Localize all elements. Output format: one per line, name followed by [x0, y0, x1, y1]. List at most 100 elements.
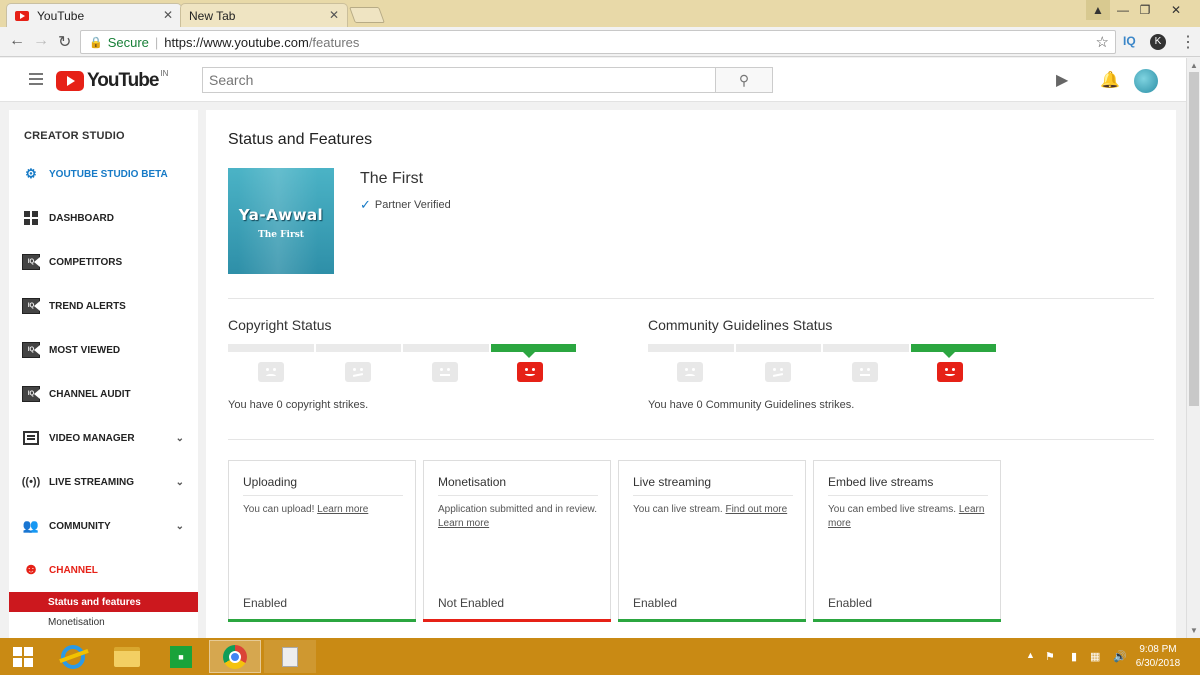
sidebar-item-label: CHANNEL AUDIT — [49, 388, 131, 400]
sidebar-item-community[interactable]: 👥 COMMUNITY ⌄ — [9, 504, 198, 548]
happy-face-icon — [517, 362, 543, 382]
search-input[interactable] — [202, 67, 716, 93]
iq-icon: IQ — [22, 253, 40, 271]
start-button[interactable] — [6, 640, 40, 673]
sidebar-item-label: TREND ALERTS — [49, 300, 126, 312]
address-toolbar: ← → ↻ 🔒 Secure | https://www.youtube.com… — [0, 27, 1200, 57]
sidebar-item-channel[interactable]: ☻ CHANNEL — [9, 548, 198, 592]
user-profile-icon[interactable]: ▲ — [1086, 0, 1110, 20]
video-manager-icon — [22, 429, 40, 447]
tab-new-tab[interactable]: New Tab ✕ — [180, 3, 348, 27]
scroll-down-icon[interactable]: ▼ — [1190, 626, 1198, 635]
scrollbar-thumb[interactable] — [1189, 72, 1199, 406]
strike-bar-segment — [315, 344, 401, 352]
find-out-more-link[interactable]: Find out more — [725, 504, 787, 515]
close-tab-icon[interactable]: ✕ — [329, 8, 339, 22]
card-title: Live streaming — [633, 475, 793, 496]
clock-time: 9:08 PM — [1139, 644, 1177, 655]
maximize-icon[interactable]: ❐ — [1134, 0, 1156, 20]
chevron-down-icon[interactable]: ⌄ — [176, 433, 184, 444]
chevron-down-icon[interactable]: ⌄ — [176, 521, 184, 532]
account-avatar[interactable] — [1134, 69, 1158, 93]
sidebar-item-live-streaming[interactable]: ((•)) LIVE STREAMING ⌄ — [9, 460, 198, 504]
copyright-strikes-text: You have 0 copyright strikes. — [228, 399, 369, 411]
page-title: Status and Features — [228, 131, 373, 148]
card-status: Enabled — [828, 596, 873, 610]
learn-more-link[interactable]: Learn more — [438, 518, 489, 529]
profile-extension-icon[interactable]: K — [1150, 34, 1166, 50]
card-status-bar — [618, 619, 806, 622]
page-scrollbar[interactable]: ▲ ▼ — [1186, 58, 1200, 638]
sidebar-item-label: YOUTUBE STUDIO BETA — [49, 168, 168, 180]
back-arrow-icon[interactable]: ← — [9, 32, 25, 50]
sidebar-subitem-status-and-features[interactable]: Status and features — [9, 592, 198, 612]
system-clock[interactable]: 9:08 PM 6/30/2018 — [1133, 643, 1183, 671]
sidebar-item-trend-alerts[interactable]: IQ TREND ALERTS — [9, 284, 198, 328]
card-description: You can embed live streams. Learn more — [828, 504, 985, 529]
main-content: Status and Features Ya-Awwal The First T… — [206, 110, 1176, 638]
reload-icon[interactable]: ↻ — [58, 32, 71, 52]
neutral-face-icon — [432, 362, 458, 382]
clock-date: 6/30/2018 — [1135, 658, 1181, 669]
tubebuddy-extension-icon[interactable]: IQ — [1123, 34, 1136, 48]
close-window-icon[interactable]: ✕ — [1156, 0, 1196, 20]
sidebar-item-most-viewed[interactable]: IQ MOST VIEWED — [9, 328, 198, 372]
forward-arrow-icon[interactable]: → — [33, 32, 49, 50]
strike-bar-segment — [228, 344, 314, 352]
scroll-up-icon[interactable]: ▲ — [1190, 61, 1198, 70]
flag-icon[interactable]: ⚑ — [1045, 650, 1055, 663]
minimize-icon[interactable]: — — [1112, 0, 1134, 20]
notes-app-icon[interactable] — [264, 640, 316, 673]
tab-youtube[interactable]: YouTube ✕ — [6, 3, 182, 27]
sidebar-item-video-manager[interactable]: VIDEO MANAGER ⌄ — [9, 416, 198, 460]
new-tab-button[interactable] — [349, 7, 385, 23]
sidebar-item-label: CHANNEL — [49, 564, 98, 576]
account-icon: ☻ — [22, 561, 40, 578]
file-explorer-icon[interactable] — [104, 640, 150, 673]
network-icon[interactable]: ▦ — [1090, 650, 1100, 663]
card-status-bar — [813, 619, 1001, 622]
browser-menu-icon[interactable]: ⋮ — [1180, 32, 1196, 52]
strike-bar-segment — [823, 344, 909, 352]
sidebar-item-youtube-studio-beta[interactable]: ⚙ YOUTUBE STUDIO BETA — [9, 152, 198, 196]
url-separator: | — [154, 34, 159, 50]
volume-icon[interactable]: 🔊 — [1113, 650, 1127, 663]
show-hidden-icons-icon[interactable]: ▲ — [1026, 650, 1035, 660]
chrome-taskbar-icon[interactable] — [209, 640, 261, 673]
sidebar-item-label: VIDEO MANAGER — [49, 432, 135, 444]
store-icon[interactable]: ■ — [158, 640, 204, 673]
chevron-down-icon[interactable]: ⌄ — [176, 477, 184, 488]
sad-face-icon — [677, 362, 703, 382]
url-bar[interactable]: 🔒 Secure | https://www.youtube.com/featu… — [80, 30, 1116, 54]
upload-video-icon[interactable]: ▶︎ — [1056, 70, 1068, 90]
channel-name: The First — [360, 170, 424, 187]
sidebar-item-label: DASHBOARD — [49, 212, 114, 224]
sidebar-item-label: COMMUNITY — [49, 520, 111, 532]
tab-label: New Tab — [189, 8, 236, 23]
internet-explorer-icon[interactable] — [50, 640, 96, 673]
thumbnail-subtitle-text: The First — [258, 230, 304, 240]
notifications-bell-icon[interactable]: 🔔 — [1100, 70, 1120, 90]
channel-thumbnail: Ya-Awwal The First — [228, 168, 334, 274]
search-button[interactable]: ⚲ — [715, 67, 773, 93]
bookmark-star-icon[interactable]: ☆ — [1096, 33, 1109, 51]
close-tab-icon[interactable]: ✕ — [163, 8, 173, 22]
checkmark-icon: ✓ — [360, 197, 371, 212]
browser-tab-bar: YouTube ✕ New Tab ✕ ▲ — ❐ ✕ — [0, 0, 1200, 27]
hamburger-menu-icon[interactable] — [29, 73, 43, 88]
url-path: /features — [308, 34, 360, 50]
strike-bar-segment — [403, 344, 489, 352]
sidebar-title: CREATOR STUDIO — [24, 130, 125, 142]
sidebar-item-channel-audit[interactable]: IQ CHANNEL AUDIT — [9, 372, 198, 416]
battery-icon[interactable]: ▮ — [1071, 650, 1077, 663]
sidebar-item-dashboard[interactable]: DASHBOARD — [9, 196, 198, 240]
copyright-status-title: Copyright Status — [228, 317, 332, 333]
sidebar-item-competitors[interactable]: IQ COMPETITORS — [9, 240, 198, 284]
learn-more-link[interactable]: Learn more — [317, 504, 368, 515]
card-title: Embed live streams — [828, 475, 988, 496]
youtube-logo[interactable]: YouTube IN — [56, 69, 168, 92]
live-icon: ((•)) — [21, 476, 41, 488]
sidebar-subitem-monetisation[interactable]: Monetisation — [9, 612, 198, 632]
neutral-face-icon — [852, 362, 878, 382]
partner-status-label: Partner Verified — [374, 199, 451, 211]
